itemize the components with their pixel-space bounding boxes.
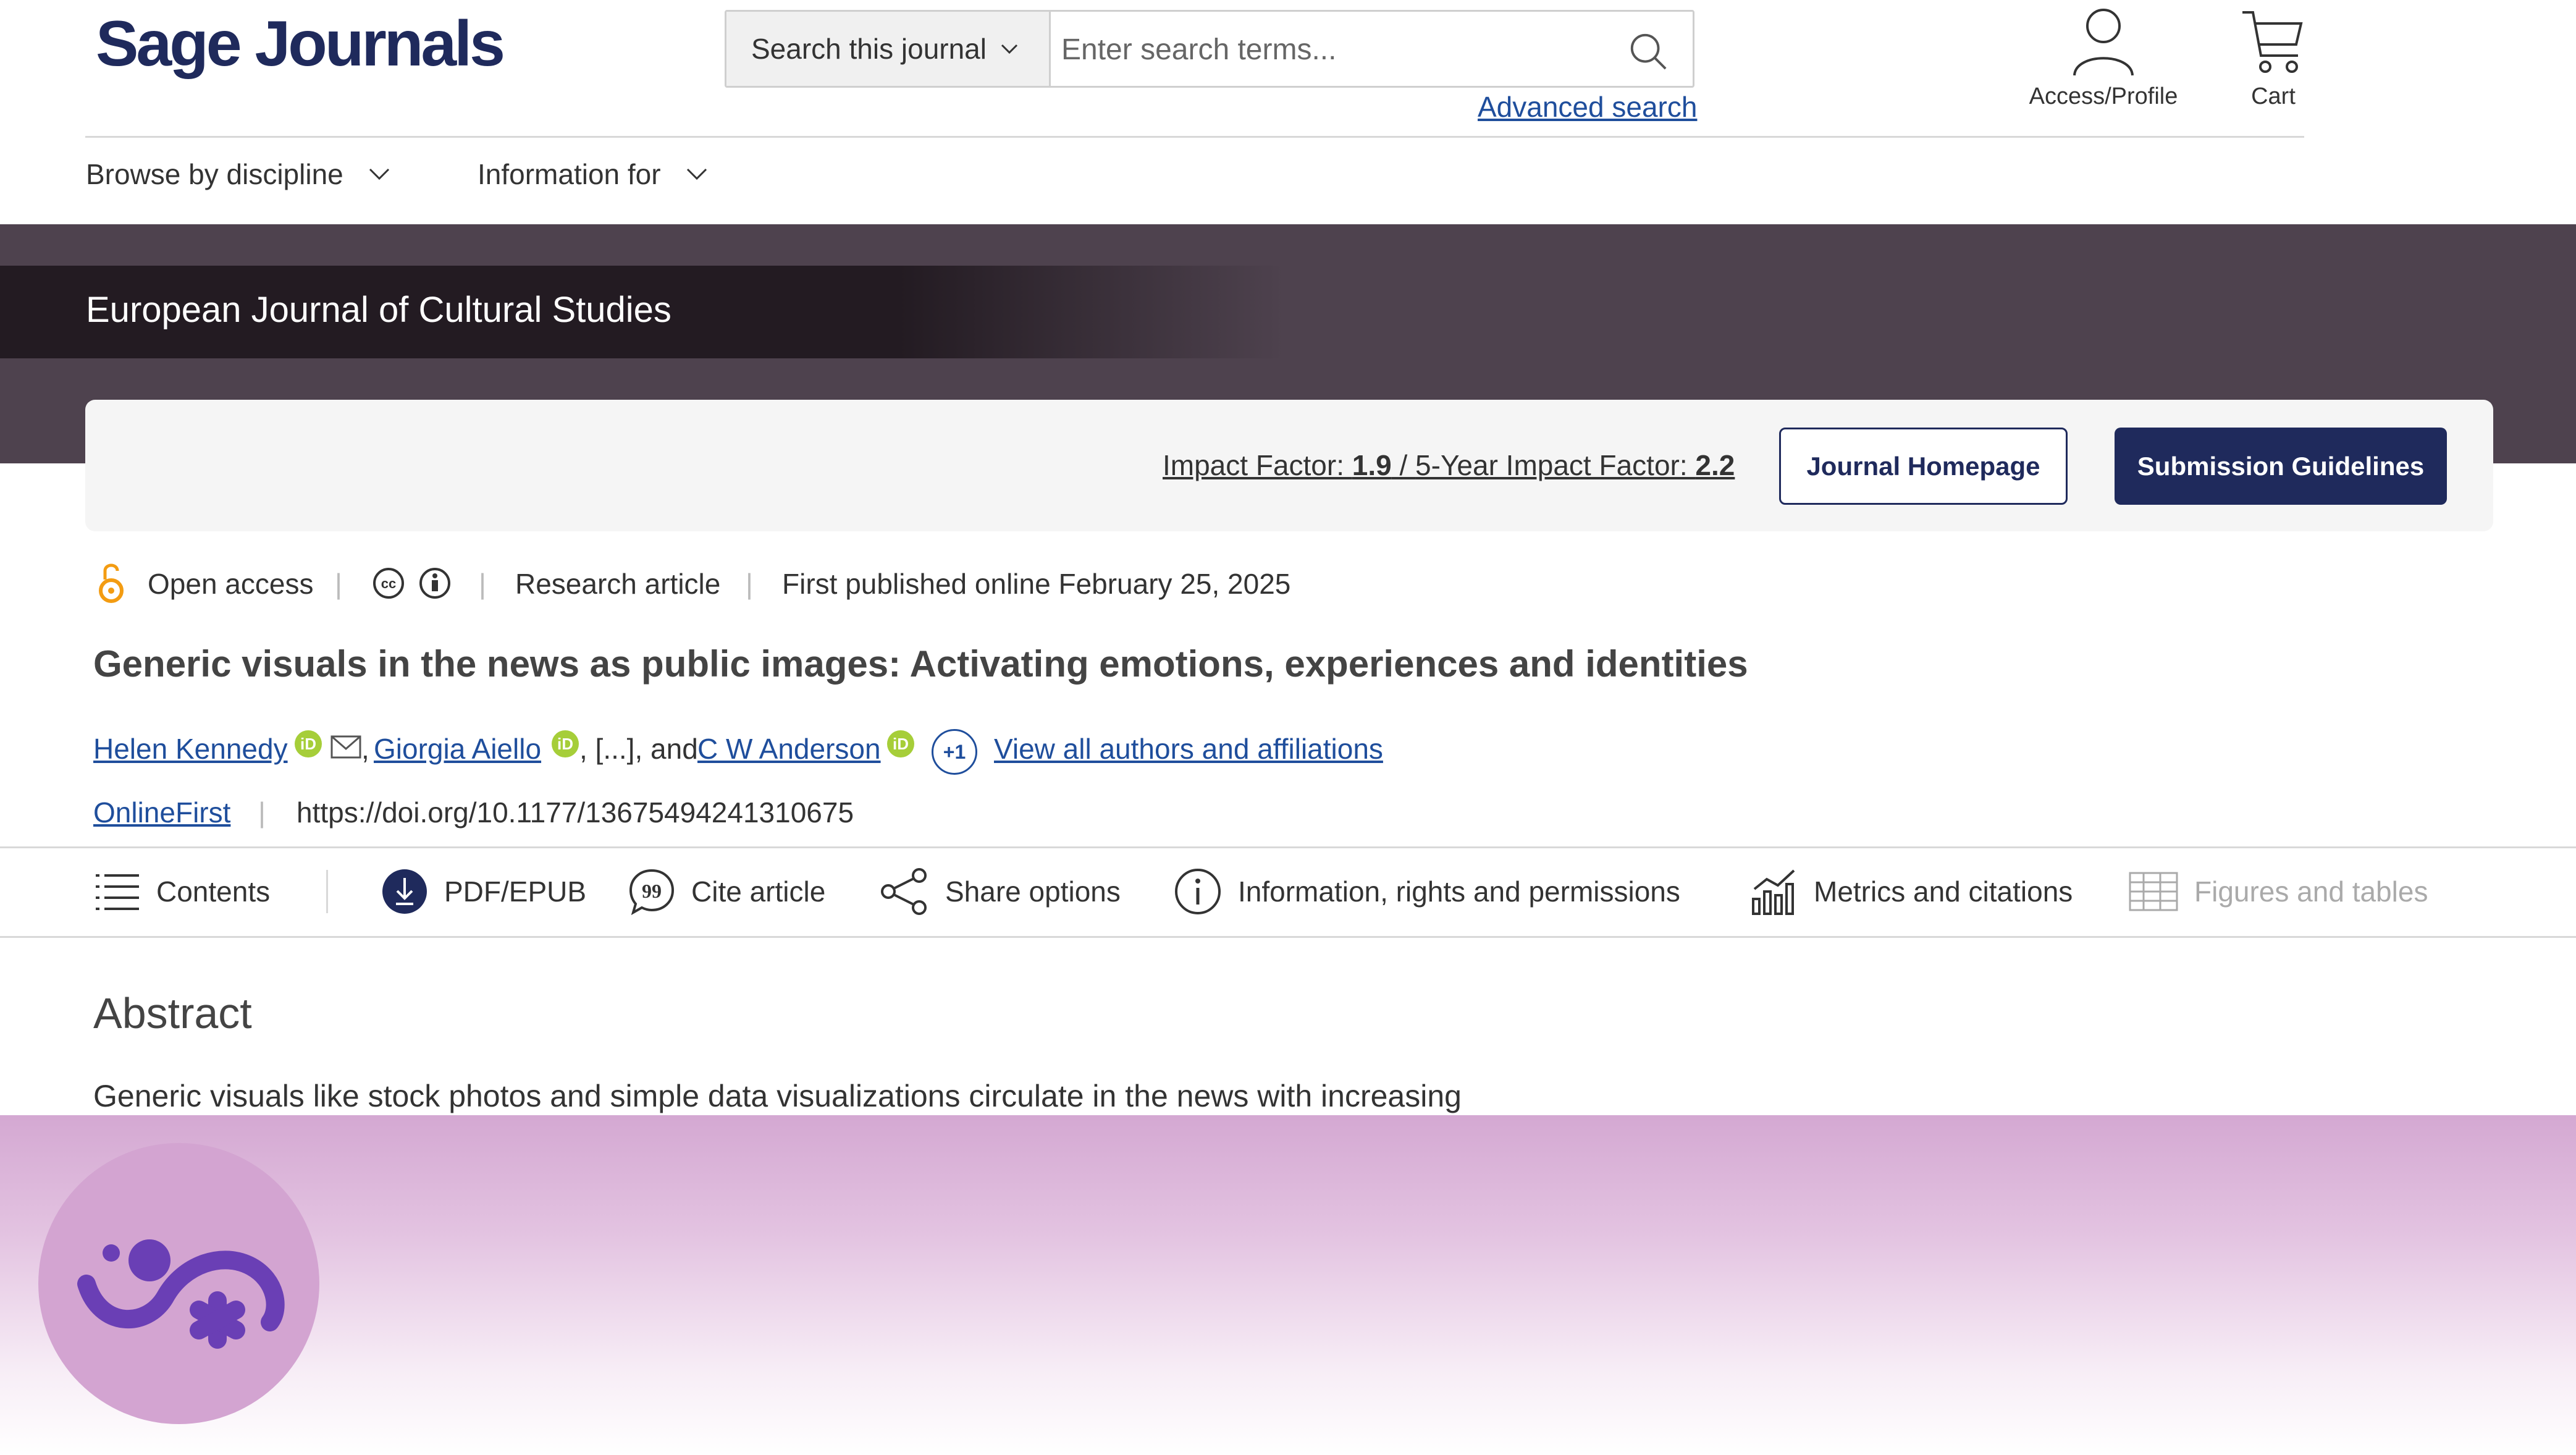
- cart-label: Cart: [2251, 83, 2296, 109]
- onlinefirst-link[interactable]: OnlineFirst: [93, 796, 230, 829]
- figures-tables-button[interactable]: Figures and tables: [2129, 865, 2428, 918]
- author-link[interactable]: C W Anderson: [697, 732, 881, 765]
- share-options-label: Share options: [945, 875, 1121, 908]
- doi-link[interactable]: https://doi.org/10.1177/1367549424131067…: [297, 796, 854, 829]
- cite-article-button[interactable]: 99 Cite article: [628, 865, 825, 918]
- list-icon: [96, 874, 139, 910]
- information-rights-label: Information, rights and permissions: [1238, 875, 1680, 908]
- chevron-down-icon: [1001, 44, 1018, 54]
- contents-button[interactable]: Contents: [93, 865, 270, 918]
- video-overlay-gradient: [0, 1115, 2576, 1455]
- access-profile-label: Access/Profile: [2029, 83, 2178, 109]
- email-icon[interactable]: [330, 735, 361, 759]
- chevron-down-icon: [369, 168, 389, 180]
- open-access-label: Open access: [148, 568, 314, 600]
- pdf-epub-label: PDF/EPUB: [444, 875, 587, 908]
- user-icon: [2073, 9, 2134, 76]
- pdf-epub-button[interactable]: PDF/EPUB: [381, 865, 586, 918]
- author-link[interactable]: Giorgia Aiello: [374, 732, 541, 765]
- browse-label: Browse by discipline: [86, 158, 343, 190]
- search-scope-label: Search this journal: [751, 33, 987, 65]
- impact-factor-link[interactable]: Impact Factor: 1.9 / 5-Year Impact Facto…: [1163, 449, 1735, 482]
- submission-guidelines-button[interactable]: Submission Guidelines: [2115, 428, 2447, 505]
- article-type: Research article: [515, 568, 721, 600]
- browse-by-discipline-menu[interactable]: Browse by discipline: [86, 158, 390, 191]
- orcid-icon[interactable]: iD: [295, 730, 322, 757]
- view-all-authors-label[interactable]: View all authors and affiliations: [994, 733, 1383, 765]
- abstract-heading: Abstract: [93, 989, 252, 1037]
- author-name[interactable]: C W Anderson: [697, 733, 881, 765]
- impact-separator: /: [1391, 449, 1416, 481]
- share-icon: [881, 868, 927, 915]
- impact-factor-value: 1.9: [1352, 449, 1392, 481]
- creative-commons-icon[interactable]: cc: [372, 567, 405, 600]
- sage-journals-logo[interactable]: Sage Journals: [96, 7, 505, 81]
- information-for-menu[interactable]: Information for: [478, 158, 708, 191]
- author-name[interactable]: Giorgia Aiello: [374, 733, 541, 765]
- metrics-citations-button[interactable]: Metrics and citations: [1751, 865, 2073, 918]
- attribution-icon[interactable]: [418, 567, 452, 600]
- open-access-icon: [99, 563, 124, 603]
- impact-factor-label: Impact Factor:: [1163, 449, 1352, 481]
- information-for-label: Information for: [478, 158, 661, 190]
- svg-text:cc: cc: [381, 576, 396, 591]
- quote-icon: 99: [629, 869, 675, 915]
- chevron-down-icon: [686, 168, 707, 180]
- contents-label: Contents: [156, 875, 271, 908]
- search-input[interactable]: [1060, 24, 1606, 75]
- authors-ellipsis: , [...], and: [579, 733, 706, 765]
- search-bar: Search this journal: [725, 10, 1694, 88]
- channel-logo-badge: [38, 1143, 319, 1424]
- search-icon[interactable]: [1627, 30, 1669, 72]
- cite-article-label: Cite article: [691, 875, 826, 908]
- more-authors-button[interactable]: +1: [932, 729, 977, 775]
- svg-text:99: 99: [642, 880, 662, 902]
- five-year-impact-label: 5-Year Impact Factor:: [1415, 449, 1696, 481]
- first-published-date: First published online February 25, 2025: [782, 568, 1291, 600]
- share-options-button[interactable]: Share options: [880, 865, 1121, 918]
- orcid-icon[interactable]: iD: [887, 730, 914, 757]
- author-link[interactable]: Helen Kennedy: [93, 732, 288, 765]
- cart-button[interactable]: Cart: [2236, 6, 2310, 110]
- search-scope-dropdown[interactable]: Search this journal: [726, 12, 1051, 86]
- toolbar-separator: [326, 870, 328, 913]
- author-name[interactable]: Helen Kennedy: [93, 733, 288, 765]
- meta-separator: |: [746, 568, 753, 600]
- access-profile-button[interactable]: Access/Profile: [2020, 6, 2187, 110]
- download-icon: [382, 869, 427, 914]
- journal-title[interactable]: European Journal of Cultural Studies: [86, 289, 671, 331]
- cart-icon: [2242, 11, 2303, 73]
- view-all-authors-link[interactable]: View all authors and affiliations: [994, 732, 1383, 765]
- info-icon: [1175, 869, 1221, 914]
- orcid-icon[interactable]: iD: [552, 730, 579, 757]
- meta-separator: |: [335, 568, 342, 600]
- journal-homepage-button[interactable]: Journal Homepage: [1779, 428, 2068, 505]
- article-title: Generic visuals in the news as public im…: [93, 643, 1748, 685]
- figures-tables-label: Figures and tables: [2194, 875, 2428, 908]
- onlinefirst-label[interactable]: OnlineFirst: [93, 796, 230, 829]
- table-icon: [2129, 872, 2178, 911]
- bar-chart-icon: [1752, 869, 1795, 915]
- channel-logo-icon: [77, 1239, 285, 1349]
- header-divider: [85, 136, 2304, 138]
- five-year-impact-value: 2.2: [1695, 449, 1735, 481]
- abstract-text: Generic visuals like stock photos and si…: [93, 1079, 1462, 1113]
- toolbar-top-border: [0, 846, 2576, 848]
- metrics-citations-label: Metrics and citations: [1814, 875, 2073, 908]
- advanced-search-link[interactable]: Advanced search: [1478, 90, 1697, 124]
- author-separator: ,: [361, 733, 369, 765]
- meta-separator: |: [479, 568, 486, 600]
- doi-separator: |: [258, 796, 266, 829]
- information-rights-button[interactable]: Information, rights and permissions: [1174, 865, 1680, 918]
- toolbar-bottom-border: [0, 936, 2576, 938]
